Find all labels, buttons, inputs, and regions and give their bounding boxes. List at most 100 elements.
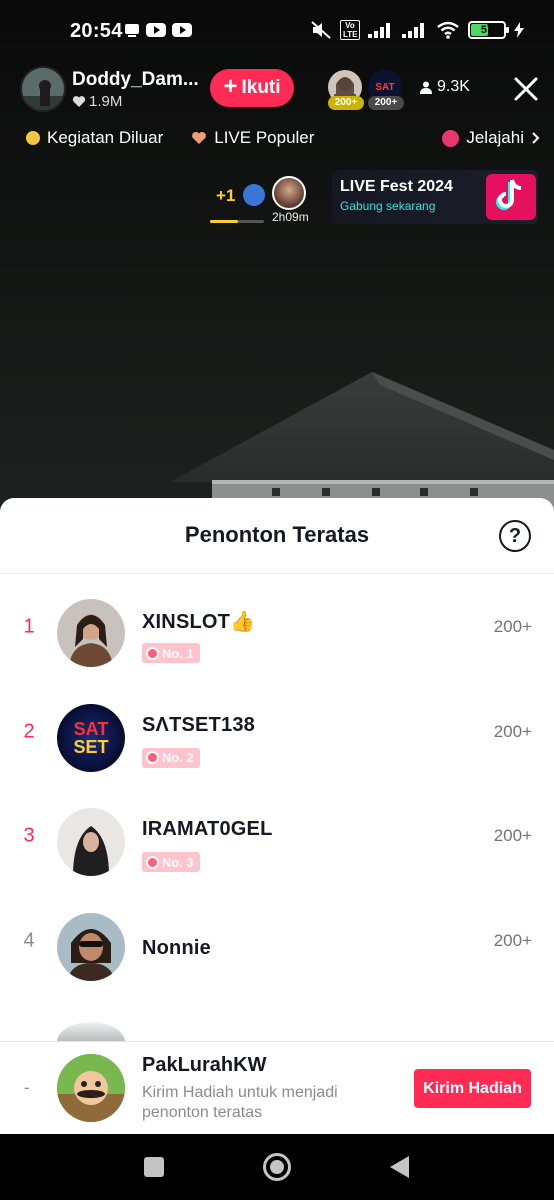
rank-number: 4	[23, 929, 35, 952]
rank-number: 1	[23, 615, 35, 638]
viewer-name: XINSLOT👍	[142, 611, 256, 633]
heart-icon	[72, 95, 86, 107]
viewer-name: Nonnie	[142, 936, 211, 959]
rank-badge: No. 3	[142, 852, 200, 872]
rank-number: 3	[23, 824, 35, 847]
tag-kegiatan-diluar[interactable]: Kegiatan Diluar	[26, 128, 163, 148]
gift-count: 200+	[493, 826, 532, 846]
notification-icon	[125, 24, 139, 37]
help-icon[interactable]: ?	[499, 520, 531, 552]
viewer-count-value: 9.3K	[437, 78, 470, 95]
explore-link[interactable]: Jelajahi	[442, 128, 540, 148]
rank-number: 2	[23, 720, 35, 743]
timer-avatar	[272, 176, 306, 210]
chevron-right-icon	[532, 132, 540, 144]
notification-icons	[124, 22, 192, 38]
system-icons: Vo LTE 57	[310, 20, 524, 40]
current-user-row: - PakLurahKW Kirim Hadiah untuk menjadi …	[0, 1041, 554, 1134]
top-viewer-badge: 200+	[328, 96, 364, 110]
person-icon	[420, 81, 432, 94]
host-avatar[interactable]	[20, 66, 66, 112]
timer-label: 2h09m	[272, 210, 309, 224]
satset-logo-bottom: SET	[73, 736, 109, 757]
top-viewers[interactable]: 200+ SAT 200+	[328, 70, 404, 110]
signal-icon	[368, 23, 390, 38]
list-item[interactable]: 3 IRAMAT0GEL No. 3 200+	[0, 784, 554, 889]
follow-label: Ikuti	[241, 77, 281, 98]
plus-one-label: +1	[216, 186, 236, 205]
rank-number: -	[24, 1078, 30, 1097]
live-fest-banner[interactable]: LIVE Fest 2024 Gabung sekarang	[332, 170, 538, 224]
back-icon[interactable]	[390, 1156, 409, 1178]
rank-list: 1 XINSLOT👍 No. 1 200+ 2 SAT SET SΛTSET13…	[0, 575, 554, 993]
tag-label: LIVE Populer	[214, 128, 315, 147]
plus-icon: +	[223, 73, 238, 100]
avatar[interactable]	[57, 599, 125, 667]
mute-icon	[311, 21, 331, 39]
tag-live-populer[interactable]: LIVE Populer	[191, 128, 314, 148]
rank-badge-label: No. 1	[162, 645, 194, 661]
youtube-icon	[146, 23, 166, 37]
close-icon	[514, 77, 538, 101]
wifi-icon	[437, 21, 459, 39]
top-viewer-2[interactable]: SAT 200+	[368, 70, 404, 110]
gift-icon	[243, 184, 265, 206]
heart-icon	[192, 132, 207, 144]
satset-logo-top: SAT	[73, 718, 109, 739]
top-viewer-1[interactable]: 200+	[328, 70, 364, 110]
status-bar: 20:54 Vo LTE 57	[0, 0, 554, 62]
fest-title: LIVE Fest 2024	[340, 178, 453, 195]
charging-icon	[514, 22, 524, 38]
tag-label: Kegiatan Diluar	[47, 128, 164, 147]
list-item[interactable]: 4 Nonnie 200+	[0, 889, 554, 994]
recent-apps-icon[interactable]	[144, 1157, 164, 1177]
volte-icon: Vo LTE	[340, 20, 360, 40]
medal-icon	[146, 646, 159, 660]
avatar[interactable]	[57, 808, 125, 876]
avatar[interactable]	[57, 912, 125, 981]
host-name: Doddy_Dam...	[72, 68, 199, 90]
current-user-name: PakLurahKW	[142, 1054, 267, 1076]
gift-count: 200+	[493, 930, 532, 950]
gift-goal-widget[interactable]: +1 2h09m	[210, 176, 310, 224]
host-likes: 1.9M	[72, 93, 202, 110]
clock: 20:54	[70, 20, 123, 42]
gift-count: 200+	[493, 721, 532, 741]
home-icon[interactable]	[263, 1153, 291, 1181]
avatar[interactable]	[57, 1054, 125, 1122]
host-likes-count: 1.9M	[89, 92, 123, 110]
rank-badge: No. 2	[142, 747, 200, 768]
sat-logo: SAT	[375, 81, 395, 93]
follow-button[interactable]: + Ikuti	[210, 69, 294, 107]
viewer-count[interactable]: 9.3K	[420, 78, 470, 96]
gift-progress	[210, 220, 264, 223]
battery-level: 57	[480, 24, 494, 36]
medal-icon	[146, 751, 159, 764]
tag-row: Kegiatan Diluar LIVE Populer Jelajahi	[26, 128, 546, 148]
close-button[interactable]	[510, 73, 542, 105]
explore-icon	[442, 129, 460, 147]
signal-icon	[402, 23, 424, 38]
sheet-header: Penonton Teratas ?	[0, 498, 554, 574]
sheet-title: Penonton Teratas	[184, 522, 370, 547]
fest-subtitle: Gabung sekarang	[340, 199, 436, 213]
youtube-icon	[172, 23, 192, 37]
rank-badge: No. 1	[142, 643, 200, 663]
host-info: Doddy_Dam... 1.9M	[72, 69, 202, 110]
explore-label: Jelajahi	[466, 128, 524, 147]
send-gift-button[interactable]: Kirim Hadiah	[414, 1069, 531, 1108]
host-profile[interactable]: Doddy_Dam... 1.9M	[20, 66, 202, 112]
navigation-bar	[0, 1134, 554, 1200]
top-viewers-sheet: Penonton Teratas ? 1 XINSLOT👍 No. 1 200+…	[0, 498, 554, 1134]
list-item[interactable]: 1 XINSLOT👍 No. 1 200+	[0, 575, 554, 680]
battery-icon: 57	[468, 21, 509, 39]
send-gift-hint: Kirim Hadiah untuk menjadi penonton tera…	[142, 1084, 338, 1121]
rank-badge-label: No. 3	[162, 854, 194, 870]
top-viewer-badge: 200+	[368, 96, 404, 110]
list-item[interactable]: 2 SAT SET SΛTSET138 No. 2 200+	[0, 680, 554, 785]
viewer-name: SΛTSET138	[142, 713, 255, 736]
rank-badge-label: No. 2	[162, 750, 194, 765]
avatar[interactable]: SAT SET	[57, 703, 125, 772]
medal-icon	[146, 855, 159, 869]
viewer-name: IRAMAT0GEL	[142, 818, 273, 840]
